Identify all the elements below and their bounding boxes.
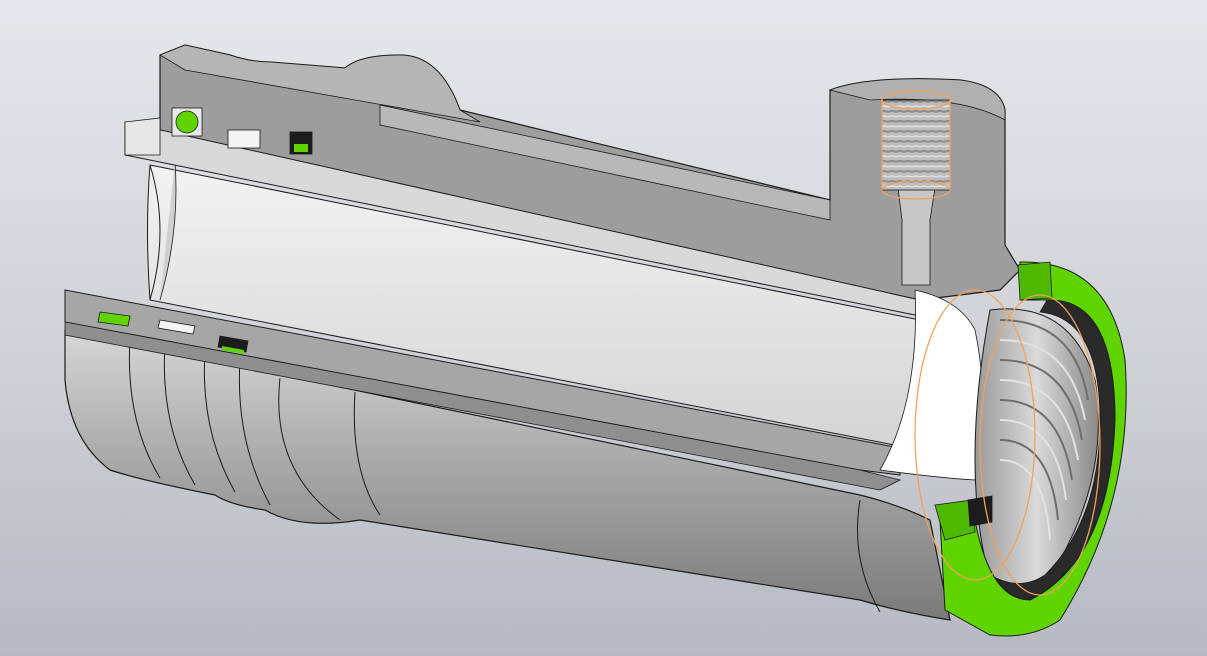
- o-ring-green[interactable]: [175, 110, 199, 134]
- cad-viewport[interactable]: [0, 0, 1207, 656]
- cad-model-canvas: [64, 44, 1127, 637]
- threaded-port[interactable]: [881, 99, 951, 191]
